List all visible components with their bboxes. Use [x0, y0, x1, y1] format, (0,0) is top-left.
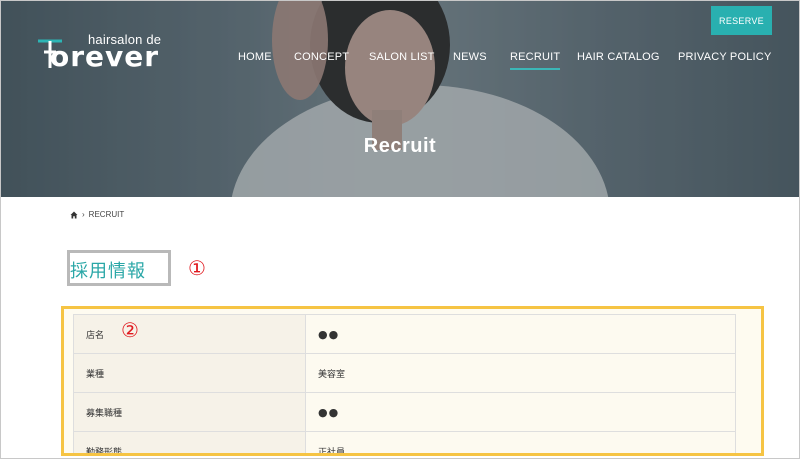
hero-banner: hairsalon de orever HOME CONCEPT SALON L… [0, 0, 800, 197]
table-row: 募集職種 ●● [73, 392, 736, 432]
nav-news[interactable]: NEWS [453, 51, 487, 63]
annotation-marker-1: ① [188, 256, 206, 280]
row-value-employment-type: 正社員 [305, 431, 736, 453]
row-label-employment-type: 勤務形態 [73, 431, 306, 453]
breadcrumb-separator-icon: › [82, 210, 85, 219]
row-value-position: ●● [305, 392, 736, 432]
breadcrumb: › RECRUIT [70, 210, 124, 219]
row-label-industry: 業種 [73, 353, 306, 393]
nav-home[interactable]: HOME [238, 51, 272, 63]
page-title: Recruit [363, 135, 437, 157]
section-heading: 採用情報 [70, 261, 146, 282]
reserve-button[interactable]: RESERVE [711, 6, 772, 35]
nav-privacy-policy[interactable]: PRIVACY POLICY [678, 51, 771, 63]
row-value-shop-name: ●● [305, 314, 736, 354]
recruit-info-table: 店名 ●● 業種 美容室 募集職種 ●● 勤務形態 正社員 [73, 314, 736, 453]
home-icon[interactable] [70, 211, 78, 219]
site-logo[interactable]: hairsalon de orever [36, 32, 166, 74]
row-label-shop-name: 店名 [73, 314, 306, 354]
breadcrumb-current: RECRUIT [88, 210, 125, 219]
row-value-industry: 美容室 [305, 353, 736, 393]
table-row: 勤務形態 正社員 [73, 431, 736, 453]
row-label-position: 募集職種 [73, 392, 306, 432]
table-row: 店名 ●● [73, 314, 736, 354]
table-row: 業種 美容室 [73, 353, 736, 393]
nav-recruit[interactable]: RECRUIT [510, 51, 561, 70]
hero-overlay [0, 0, 800, 197]
nav-hair-catalog[interactable]: HAIR CATALOG [577, 51, 660, 63]
logo-wordmark: orever [50, 40, 160, 73]
nav-salon-list[interactable]: SALON LIST [369, 51, 435, 63]
recruit-table-highlight: 店名 ●● 業種 美容室 募集職種 ●● 勤務形態 正社員 [61, 306, 764, 456]
nav-concept[interactable]: CONCEPT [294, 51, 349, 63]
annotation-marker-2: ② [121, 318, 139, 342]
